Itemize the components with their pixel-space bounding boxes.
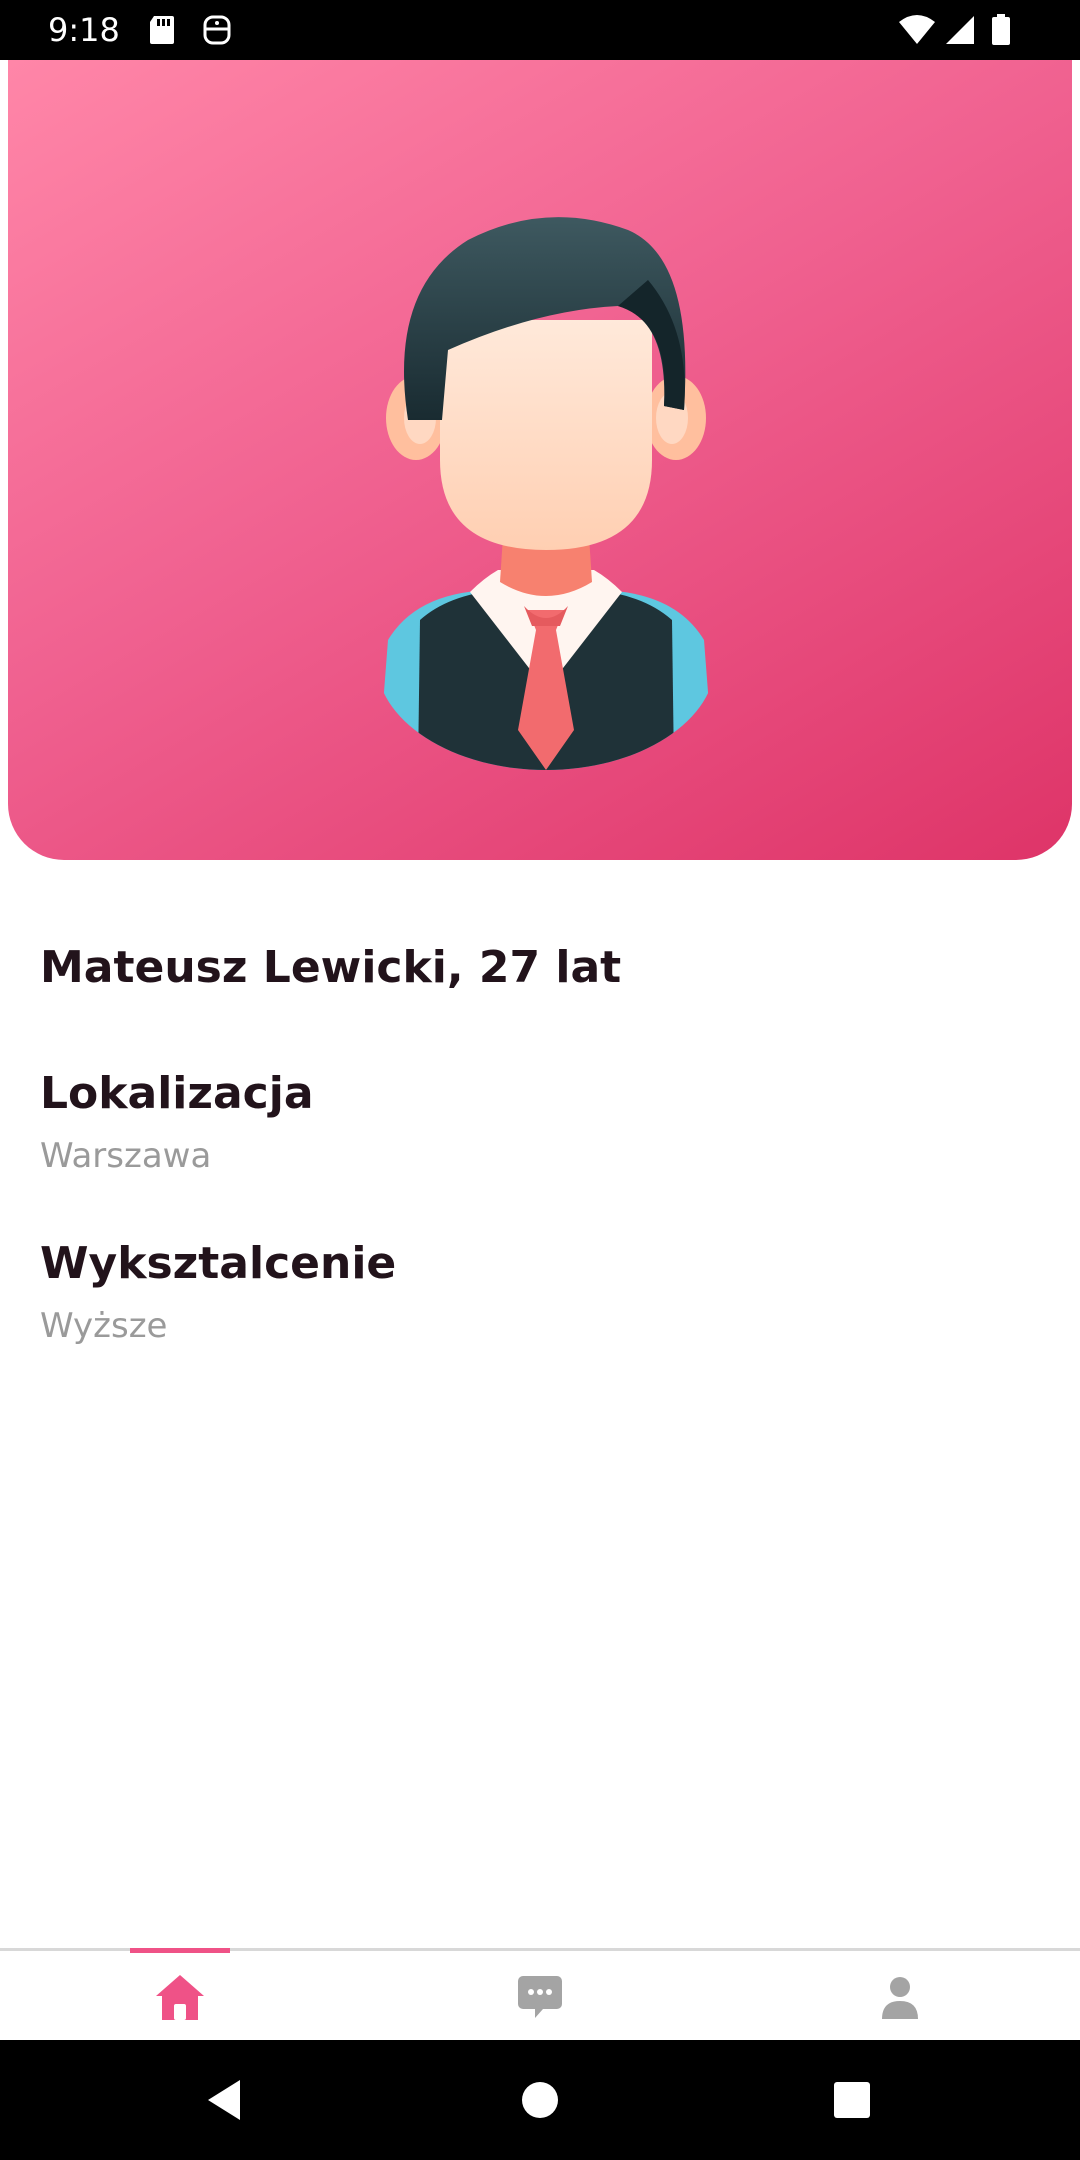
location-title: Lokalizacja: [40, 1068, 314, 1119]
wifi-icon: [898, 14, 936, 50]
location-value: Warszawa: [40, 1136, 212, 1176]
back-button[interactable]: [192, 2068, 256, 2132]
nav-profile[interactable]: [800, 1951, 1000, 2043]
nav-chat[interactable]: [440, 1951, 640, 2043]
profile-banner: [8, 60, 1072, 860]
sim-face-icon: [202, 14, 232, 50]
status-time: 9:18: [48, 11, 120, 49]
battery-icon: [990, 14, 1012, 50]
bottom-navigation: [0, 1948, 1080, 2043]
education-title: Wyksztalcenie: [40, 1238, 397, 1289]
signal-icon: [944, 14, 976, 50]
profile-icon: [882, 1977, 918, 2019]
home-circle-icon: [522, 2082, 558, 2118]
chat-icon: [518, 1976, 562, 2018]
home-icon: [156, 1975, 204, 2020]
nav-home[interactable]: [80, 1951, 280, 2043]
profile-name-age: Mateusz Lewicki, 27 lat: [40, 942, 622, 993]
recents-square-icon: [834, 2082, 870, 2118]
status-bar: 9:18: [0, 0, 1080, 60]
back-triangle-icon: [208, 2080, 240, 2120]
education-value: Wyższe: [40, 1306, 168, 1346]
sd-card-icon: [148, 14, 176, 50]
home-button[interactable]: [508, 2068, 572, 2132]
system-navigation-bar: [0, 2040, 1080, 2160]
recents-button[interactable]: [820, 2068, 884, 2132]
app-screen: 9:18 Mateusz Lewicki, 27 lat Lokalizacja…: [0, 0, 1080, 2160]
avatar: [378, 217, 714, 770]
